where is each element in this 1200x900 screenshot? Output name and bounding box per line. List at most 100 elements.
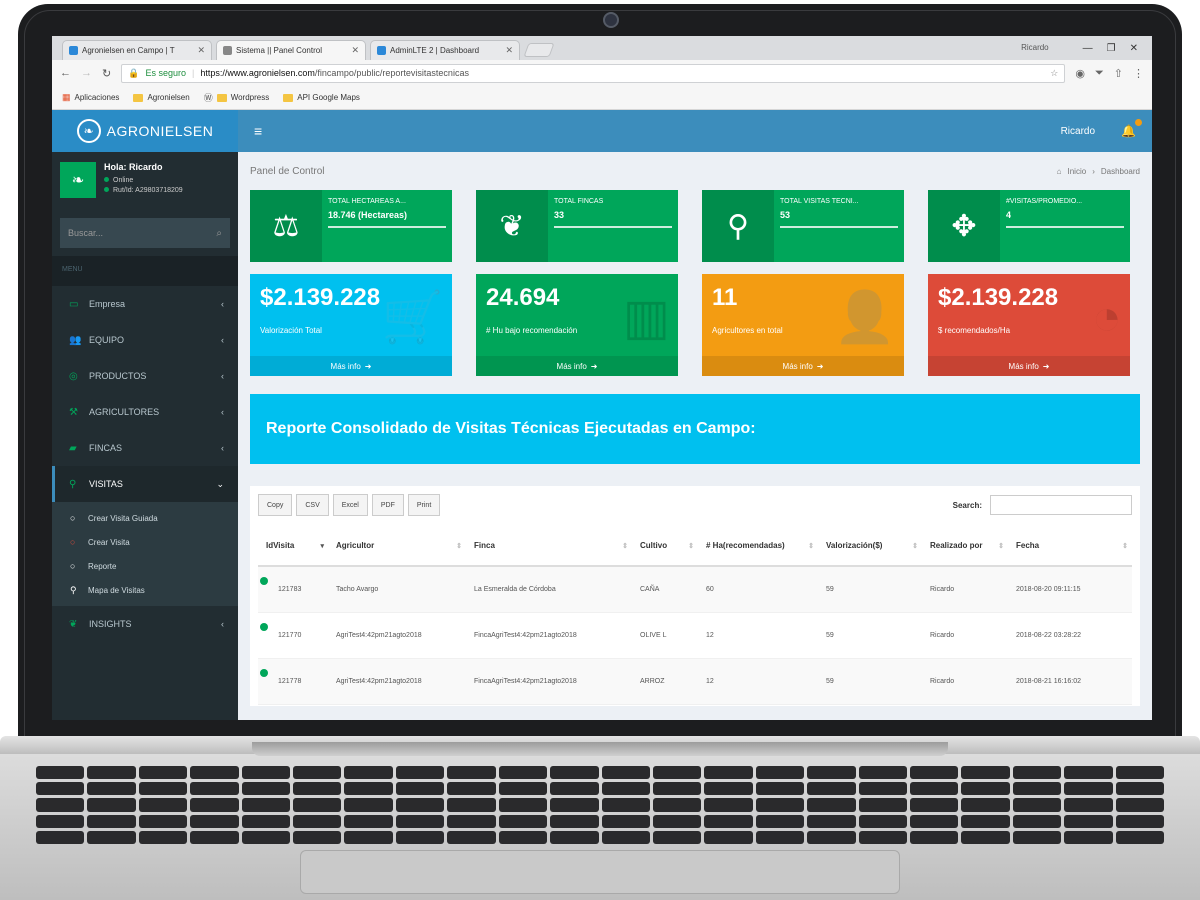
upload-icon[interactable]: ⇧ xyxy=(1114,67,1123,80)
column-header[interactable]: # Ha(recomendadas) ⇕ xyxy=(698,526,818,567)
sidebar-search-input[interactable]: Buscar... ⌕ xyxy=(60,218,230,248)
logo[interactable]: ❧ AGRONIELSEN xyxy=(52,110,238,152)
column-header[interactable]: IdVisita ▾ xyxy=(258,526,328,567)
submenu-item-crear-visita[interactable]: ○ Crear Visita xyxy=(52,530,238,554)
column-header[interactable]: Finca ⇕ xyxy=(466,526,632,567)
column-header[interactable]: Cultivo ⇕ xyxy=(632,526,698,567)
extension-icon[interactable]: ◉ xyxy=(1075,67,1085,80)
column-header[interactable]: Fecha ⇕ xyxy=(1008,526,1132,567)
stat-box-agricultores: 11 Agricultores en total 👤 Más info ➜ xyxy=(702,274,904,376)
keyboard-key xyxy=(1115,766,1164,780)
wordpress-icon: Ⓦ xyxy=(203,93,213,103)
expand-row-icon[interactable] xyxy=(260,622,268,631)
keyboard-key xyxy=(704,782,753,796)
bell-icon[interactable]: 🔔 xyxy=(1121,119,1142,138)
keyboard-key xyxy=(1012,814,1062,828)
table-search-label: Search: xyxy=(952,500,982,510)
close-icon[interactable]: ✕ xyxy=(505,45,513,56)
forward-icon[interactable]: → xyxy=(81,67,92,79)
keyboard-key xyxy=(87,782,136,796)
sidebar-item-label: Empresa xyxy=(89,299,126,309)
expand-row-icon[interactable] xyxy=(260,668,268,677)
sidebar-item-fincas[interactable]: ▰ FINCAS ‹ xyxy=(52,430,238,466)
expand-row-icon[interactable] xyxy=(260,577,268,585)
table-search-input[interactable] xyxy=(990,495,1132,515)
sidebar-item-visitas[interactable]: ⚲ VISITAS ⌄ xyxy=(52,466,238,502)
submenu-item-reporte[interactable]: ○ Reporte xyxy=(52,554,238,578)
sidebar: ❧ Hola: Ricardo Online Rut/Id: A29803718… xyxy=(52,152,238,720)
keyboard-key xyxy=(447,814,496,828)
tractor-icon: ⚒ xyxy=(69,406,78,418)
address-bar[interactable]: 🔒 Es seguro | https://www.agronielsen.co… xyxy=(121,63,1066,83)
bookmark-item[interactable]: Agronielsen xyxy=(133,93,190,102)
breadcrumb-current: Dashboard xyxy=(1100,166,1140,176)
navbar-user[interactable]: Ricardo xyxy=(1061,126,1095,137)
browser-tab[interactable]: AdminLTE 2 | Dashboard ✕ xyxy=(370,40,520,60)
keyboard-key xyxy=(36,782,85,796)
submenu-item-mapa-de-visitas[interactable]: ⚲ Mapa de Visitas xyxy=(52,578,238,602)
table-row[interactable]: 121778 AgriTest4:42pm21agto2018 FincaAgr… xyxy=(258,658,1132,705)
keyboard-key xyxy=(704,814,753,828)
keyboard-key xyxy=(241,830,291,844)
webcam xyxy=(603,12,619,28)
pdf-button[interactable]: PDF xyxy=(371,494,404,516)
minimize-icon[interactable]: — xyxy=(1083,43,1093,54)
new-tab-button[interactable] xyxy=(523,43,555,57)
bookmark-item[interactable]: API Google Maps xyxy=(283,93,360,102)
column-header[interactable]: Realizado por ⇕ xyxy=(922,526,1008,567)
close-icon[interactable]: ✕ xyxy=(351,45,359,56)
hamburger-menu-icon[interactable]: ≡ xyxy=(254,123,262,139)
visits-table: IdVisita ▾ Agricultor ⇕ Finca ⇕ Cultivo ⇕ # … xyxy=(258,526,1132,705)
search-icon[interactable]: ⌕ xyxy=(216,228,222,239)
keyboard-key xyxy=(909,798,959,812)
sidebar-item-agricultores[interactable]: ⚒ AGRICULTORES ‹ xyxy=(52,394,238,430)
print-button[interactable]: Print xyxy=(407,494,441,516)
bookmark-item[interactable]: Ⓦ Wordpress xyxy=(204,91,270,104)
table-cell-id: 121770 xyxy=(258,612,328,659)
copy-button[interactable]: Copy xyxy=(258,494,293,516)
laptop-keyboard xyxy=(36,766,1164,844)
keyboard-key xyxy=(138,814,188,828)
column-header[interactable]: Agricultor ⇕ xyxy=(328,526,466,567)
stat-footer-link[interactable]: Más info ➜ xyxy=(250,356,452,376)
keyboard-key xyxy=(498,766,548,780)
breadcrumb-home[interactable]: Inicio xyxy=(1068,167,1087,176)
table-row[interactable]: 121770 AgriTest4:42pm21agto2018 FincaAgr… xyxy=(258,612,1132,659)
column-header[interactable]: Valorización($) ⇕ xyxy=(818,526,922,567)
browser-tab-active[interactable]: Sistema || Panel Control ✕ xyxy=(216,40,366,60)
close-icon[interactable]: ✕ xyxy=(197,45,205,56)
menu-dots-icon[interactable]: ⋮ xyxy=(1133,67,1144,80)
submenu-item-crear-visita-guiada[interactable]: ○ Crear Visita Guiada xyxy=(52,506,238,530)
circle-icon: ○ xyxy=(70,537,76,547)
excel-button[interactable]: Excel xyxy=(332,494,368,516)
keyboard-key xyxy=(909,782,959,796)
keyboard-key xyxy=(1012,782,1062,796)
back-icon[interactable]: ← xyxy=(60,67,71,79)
keyboard-key xyxy=(344,814,393,828)
filter-icon[interactable]: ⏷ xyxy=(1095,67,1104,80)
sidebar-item-equipo[interactable]: 👥 EQUIPO ‹ xyxy=(52,322,238,358)
url-host: https://www.agronielsen.com xyxy=(200,68,315,78)
stat-footer-link[interactable]: Más info ➜ xyxy=(702,356,904,376)
info-box-progress xyxy=(554,226,672,228)
keyboard-key xyxy=(807,830,856,844)
arrow-circle-right-icon: ➜ xyxy=(364,361,372,371)
maximize-icon[interactable]: ❐ xyxy=(1107,43,1116,54)
star-icon[interactable]: ☆ xyxy=(1050,68,1058,79)
bookmark-apps[interactable]: ▦ Aplicaciones xyxy=(62,92,119,103)
table-cell: 60 xyxy=(698,566,818,613)
keyboard-key xyxy=(961,766,1010,780)
stat-footer-link[interactable]: Más info ➜ xyxy=(928,356,1130,376)
bookmark-label: API Google Maps xyxy=(297,93,360,102)
sidebar-item-empresa[interactable]: ▭ Empresa ‹ xyxy=(52,286,238,322)
sidebar-item-productos[interactable]: ◎ PRODUCTOS ‹ xyxy=(52,358,238,394)
stat-footer-label: Más info xyxy=(782,361,813,371)
users-icon: 👥 xyxy=(69,334,82,346)
sidebar-item-insights[interactable]: ❦ INSIGHTS ‹ xyxy=(52,606,238,642)
reload-icon[interactable]: ↻ xyxy=(102,67,111,80)
table-row[interactable]: 121783 Tacho Avargo La Esmeralda de Córd… xyxy=(258,566,1132,613)
close-window-icon[interactable]: ✕ xyxy=(1130,43,1138,54)
browser-tab[interactable]: Agronielsen en Campo | T ✕ xyxy=(62,40,212,60)
stat-footer-link[interactable]: Más info ➜ xyxy=(476,356,678,376)
csv-button[interactable]: CSV xyxy=(296,494,329,516)
